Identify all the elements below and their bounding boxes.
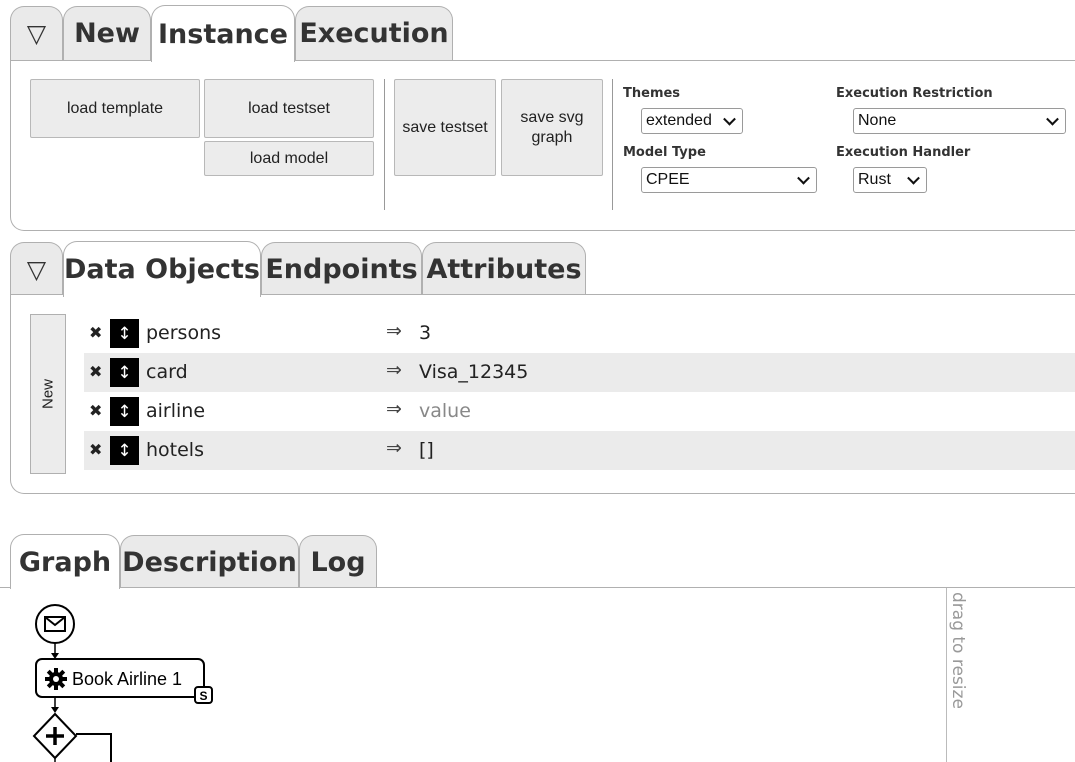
data-object-row: ✖ ↕ card ⇒ Visa_12345 bbox=[84, 353, 1075, 392]
themes-value: extended bbox=[646, 112, 712, 129]
chevron-down-icon bbox=[797, 171, 810, 185]
themes-select[interactable]: extended bbox=[641, 108, 743, 134]
chevron-down-icon bbox=[907, 171, 920, 185]
model-type-select[interactable]: CPEE bbox=[641, 167, 817, 193]
parallel-gateway[interactable] bbox=[32, 712, 78, 760]
execution-handler-label: Execution Handler bbox=[836, 145, 971, 160]
save-svg-graph-button[interactable]: save svg graph bbox=[501, 79, 603, 176]
tab-data-objects[interactable]: Data Objects bbox=[63, 241, 261, 297]
arrow-icon: ⇒ bbox=[386, 320, 402, 342]
resize-handle[interactable] bbox=[946, 588, 947, 762]
task-book-airline[interactable]: Book Airline 1 S bbox=[35, 658, 213, 704]
data-object-row: ✖ ↕ persons ⇒ 3 bbox=[84, 314, 1075, 353]
toggle-data-panel-button[interactable]: ▽ bbox=[10, 242, 63, 295]
load-testset-button[interactable]: load testset bbox=[204, 79, 374, 138]
new-data-object-label: New bbox=[39, 378, 57, 410]
move-icon[interactable]: ↕ bbox=[110, 436, 139, 465]
data-object-key[interactable]: airline bbox=[146, 400, 205, 422]
tab-new[interactable]: New bbox=[63, 6, 151, 60]
new-data-object-button[interactable]: New bbox=[30, 314, 66, 474]
process-graph: Book Airline 1 S bbox=[32, 604, 213, 762]
arrow-icon: ⇒ bbox=[386, 437, 402, 459]
delete-icon[interactable]: ✖ bbox=[89, 323, 102, 342]
move-icon[interactable]: ↕ bbox=[110, 358, 139, 387]
move-icon[interactable]: ↕ bbox=[110, 319, 139, 348]
execution-restriction-select[interactable]: None bbox=[853, 108, 1066, 134]
load-model-button[interactable]: load model bbox=[204, 141, 374, 176]
tab-execution[interactable]: Execution bbox=[295, 6, 453, 60]
arrow-icon: ⇒ bbox=[386, 359, 402, 381]
execution-restriction-label: Execution Restriction bbox=[836, 86, 993, 101]
execution-handler-select[interactable]: Rust bbox=[853, 167, 927, 193]
model-type-label: Model Type bbox=[623, 145, 706, 160]
tab-log[interactable]: Log bbox=[299, 535, 377, 588]
task-badge-label: S bbox=[199, 689, 207, 703]
tab-graph[interactable]: Graph bbox=[10, 534, 120, 589]
move-icon[interactable]: ↕ bbox=[110, 397, 139, 426]
chevron-down-icon bbox=[1046, 112, 1059, 126]
data-object-value[interactable]: 3 bbox=[419, 322, 431, 344]
data-object-value[interactable]: Visa_12345 bbox=[419, 361, 528, 383]
tab-instance[interactable]: Instance bbox=[151, 5, 295, 62]
arrow-icon: ⇒ bbox=[386, 398, 402, 420]
model-type-value: CPEE bbox=[646, 171, 690, 188]
toolbar-divider bbox=[384, 79, 385, 210]
data-object-row: ✖ ↕ airline ⇒ value bbox=[84, 392, 1075, 431]
execution-handler-value: Rust bbox=[858, 171, 891, 188]
chevron-down-icon bbox=[723, 112, 736, 126]
data-object-key[interactable]: persons bbox=[146, 322, 221, 344]
tab-attributes[interactable]: Attributes bbox=[422, 242, 586, 295]
toggle-top-panel-button[interactable]: ▽ bbox=[10, 6, 63, 60]
connector bbox=[76, 733, 112, 762]
data-object-key[interactable]: hotels bbox=[146, 439, 204, 461]
themes-label: Themes bbox=[623, 86, 681, 101]
arrowhead bbox=[51, 707, 59, 713]
delete-icon[interactable]: ✖ bbox=[89, 362, 102, 381]
tab-endpoints[interactable]: Endpoints bbox=[261, 242, 422, 295]
delete-icon[interactable]: ✖ bbox=[89, 440, 102, 459]
task-label: Book Airline 1 bbox=[72, 669, 182, 689]
toolbar-divider bbox=[612, 79, 613, 210]
data-object-row: ✖ ↕ hotels ⇒ [] bbox=[84, 431, 1075, 470]
data-object-value[interactable]: [] bbox=[419, 439, 434, 461]
delete-icon[interactable]: ✖ bbox=[89, 401, 102, 420]
drag-to-resize-label[interactable]: drag to resize bbox=[948, 592, 968, 709]
load-template-button[interactable]: load template bbox=[30, 79, 200, 138]
execution-restriction-value: None bbox=[858, 112, 897, 129]
data-object-value-placeholder[interactable]: value bbox=[419, 400, 471, 422]
save-testset-button[interactable]: save testset bbox=[394, 79, 496, 176]
data-object-key[interactable]: card bbox=[146, 361, 188, 383]
tab-description[interactable]: Description bbox=[120, 535, 299, 588]
message-start-event[interactable] bbox=[35, 604, 75, 644]
gear-icon bbox=[45, 668, 67, 690]
